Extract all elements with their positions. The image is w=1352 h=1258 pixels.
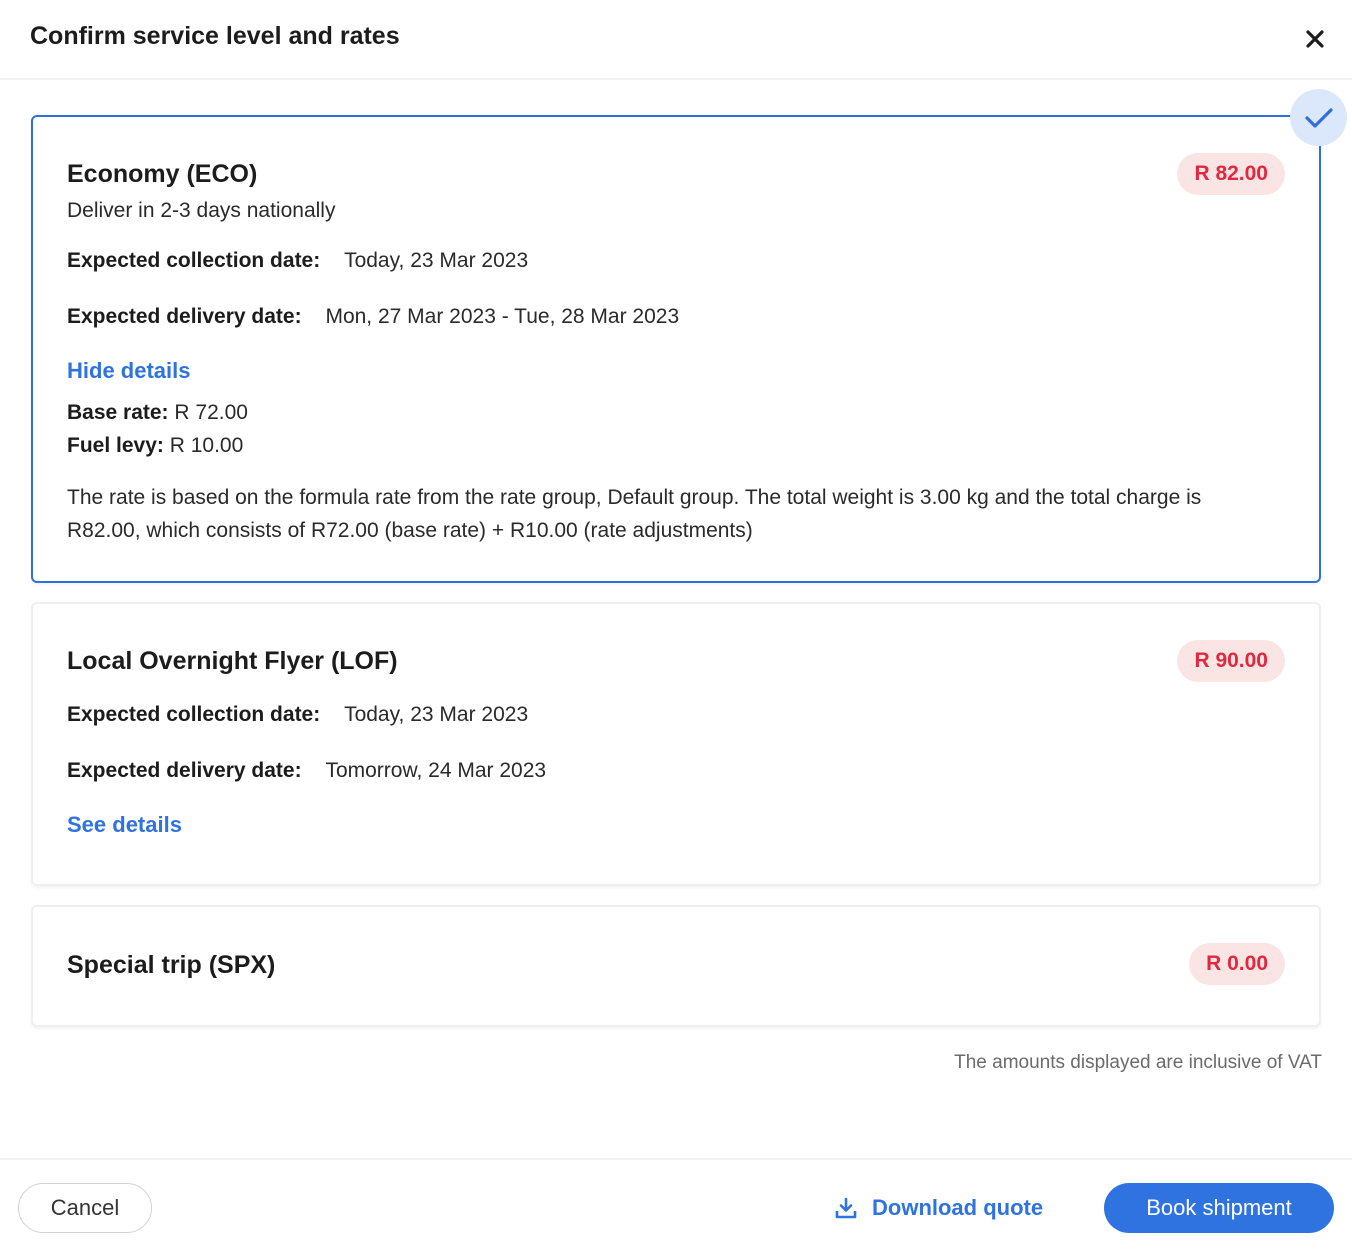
modal-title: Confirm service level and rates (30, 22, 400, 50)
collection-date-value: Today, 23 Mar 2023 (344, 249, 529, 272)
delivery-date-label: Expected delivery date: (67, 305, 302, 328)
fuel-levy-label: Fuel levy: (67, 434, 164, 457)
base-rate-row: Base rate: R 72.00 (67, 401, 248, 425)
collection-date-row: Expected collection date: Today, 23 Mar … (67, 249, 528, 273)
delivery-date-row: Expected delivery date: Tomorrow, 24 Mar… (67, 759, 546, 783)
close-icon (1306, 30, 1324, 48)
download-icon (835, 1197, 857, 1219)
modal-footer: Cancel Download quote Book shipment (0, 1158, 1352, 1258)
price-badge: R 0.00 (1189, 943, 1285, 985)
book-shipment-button[interactable]: Book shipment (1104, 1183, 1334, 1233)
checkmark-icon (1304, 107, 1333, 128)
service-title: Special trip (SPX) (67, 951, 276, 979)
service-subtitle: Deliver in 2-3 days nationally (67, 199, 336, 222)
close-button[interactable] (1300, 24, 1330, 54)
fuel-levy-value: R 10.00 (169, 434, 244, 457)
hide-details-link[interactable]: Hide details (67, 358, 190, 384)
delivery-date-row: Expected delivery date: Mon, 27 Mar 2023… (67, 305, 679, 329)
base-rate-label: Base rate: (67, 401, 169, 424)
price-badge: R 82.00 (1177, 153, 1285, 195)
rate-description: The rate is based on the formula rate fr… (67, 486, 1202, 542)
collection-date-row: Expected collection date: Today, 23 Mar … (67, 703, 528, 727)
fuel-levy-row: Fuel levy: R 10.00 (67, 434, 243, 458)
modal-header: Confirm service level and rates (0, 0, 1352, 80)
see-details-link[interactable]: See details (67, 812, 182, 838)
vat-note: The amounts displayed are inclusive of V… (954, 1052, 1322, 1073)
delivery-date-value: Tomorrow, 24 Mar 2023 (325, 759, 547, 782)
delivery-date-value: Mon, 27 Mar 2023 - Tue, 28 Mar 2023 (325, 305, 680, 328)
service-card-spx[interactable]: Special trip (SPX) R 0.00 (31, 905, 1321, 1027)
service-title: Economy (ECO) (67, 160, 258, 188)
download-quote-button[interactable]: Download quote (834, 1190, 1043, 1226)
base-rate-value: R 72.00 (174, 401, 248, 424)
service-title: Local Overnight Flyer (LOF) (67, 647, 398, 675)
selected-check-badge (1290, 89, 1347, 146)
collection-date-value: Today, 23 Mar 2023 (344, 703, 529, 726)
download-quote-label: Download quote (872, 1195, 1044, 1220)
price-badge: R 90.00 (1177, 640, 1285, 682)
delivery-date-label: Expected delivery date: (67, 759, 302, 782)
cancel-button[interactable]: Cancel (18, 1183, 152, 1233)
collection-date-label: Expected collection date: (67, 249, 321, 272)
service-card-eco[interactable]: Economy (ECO) R 82.00 Deliver in 2-3 day… (31, 115, 1321, 583)
collection-date-label: Expected collection date: (67, 703, 321, 726)
service-card-lof[interactable]: Local Overnight Flyer (LOF) R 90.00 Expe… (31, 602, 1321, 886)
